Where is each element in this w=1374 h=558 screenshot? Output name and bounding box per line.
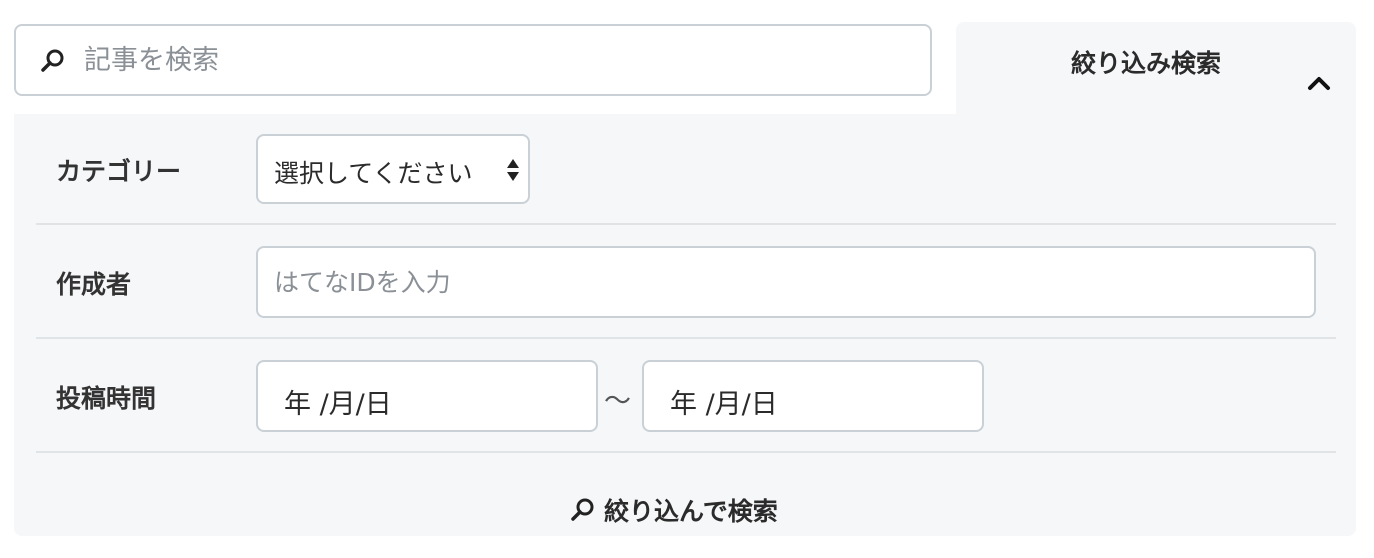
- category-label: カテゴリー: [56, 157, 182, 186]
- date-to-value: 年 /月/日: [670, 389, 778, 420]
- filter-submit-label: 絞り込んで検索: [604, 497, 778, 526]
- article-search-box[interactable]: [14, 24, 932, 96]
- article-search-input[interactable]: [84, 36, 904, 84]
- author-label: 作成者: [56, 270, 132, 299]
- date-range-separator: 〜: [604, 386, 631, 417]
- category-select-value: 選択してください: [274, 159, 473, 188]
- search-icon: [571, 498, 594, 521]
- filter-search-toggle[interactable]: 絞り込み検索: [956, 22, 1356, 116]
- date-from-value: 年 /月/日: [284, 389, 392, 420]
- post-time-label: 投稿時間: [56, 384, 157, 413]
- chevron-up-icon: [1308, 77, 1330, 90]
- author-id-input[interactable]: [256, 246, 1316, 318]
- select-arrows-icon: [507, 159, 519, 181]
- filter-search-toggle-label: 絞り込み検索: [1071, 49, 1222, 78]
- filter-row-category: カテゴリー 選択してください: [36, 114, 1336, 225]
- filter-row-post-time: 投稿時間 年 /月/日 〜 年 /月/日: [36, 339, 1336, 453]
- date-from-input[interactable]: 年 /月/日: [256, 360, 598, 432]
- filter-row-author: 作成者: [36, 225, 1336, 339]
- filter-submit-button[interactable]: 絞り込んで検索: [14, 454, 1356, 536]
- filter-panel: カテゴリー 選択してください 作成者 投稿時間 年 /月/日 〜 年 /月/日: [14, 114, 1356, 536]
- category-select[interactable]: 選択してください: [256, 134, 530, 204]
- date-to-input[interactable]: 年 /月/日: [642, 360, 984, 432]
- search-icon: [41, 49, 64, 72]
